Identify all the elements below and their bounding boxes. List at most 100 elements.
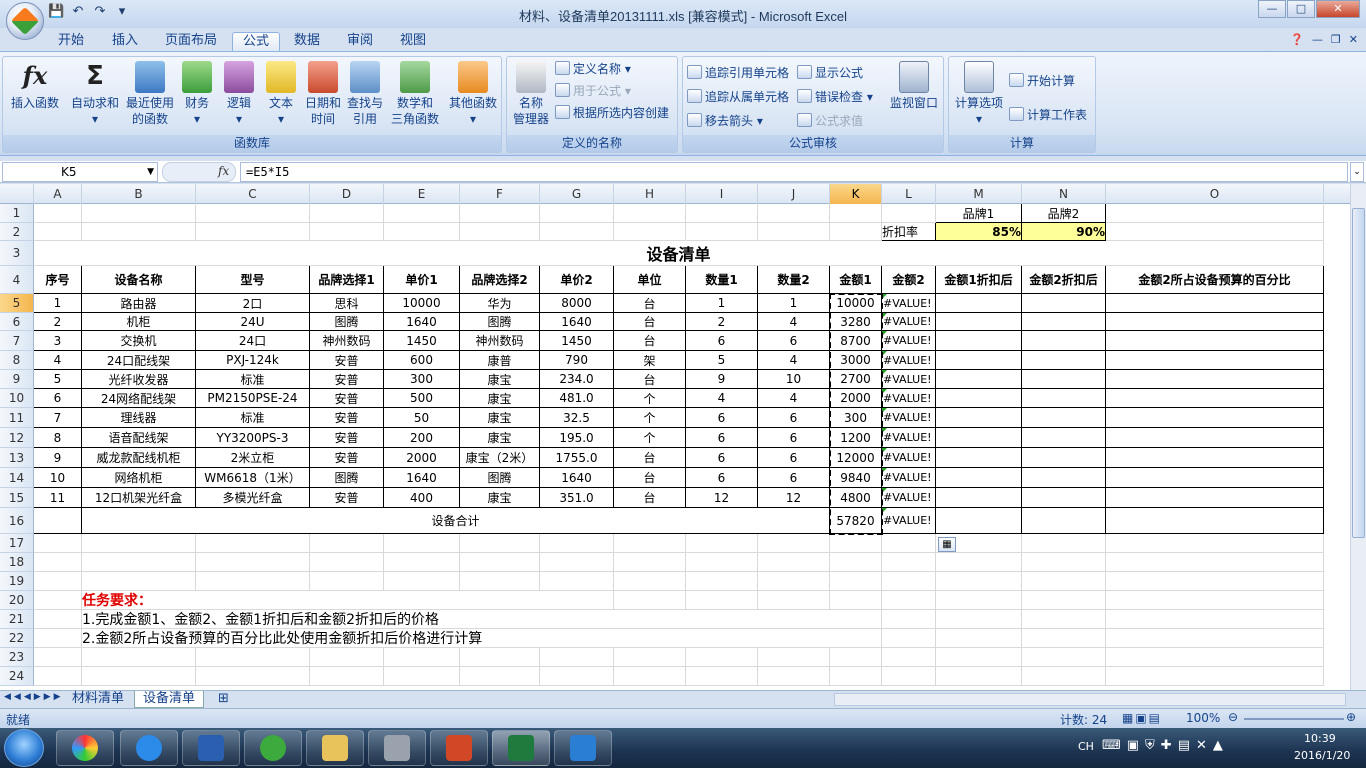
cell[interactable] [540, 667, 614, 686]
table-cell[interactable]: 8700 [830, 331, 882, 351]
table-cell[interactable]: 300 [384, 370, 460, 389]
table-cell[interactable]: 6 [758, 448, 830, 468]
table-cell[interactable]: 标准 [196, 370, 310, 389]
table-cell[interactable]: PM2150PSE-24 [196, 389, 310, 408]
table-cell[interactable]: 351.0 [540, 488, 614, 508]
table-cell[interactable]: 机柜 [82, 313, 196, 331]
table-cell[interactable]: WM6618（1米） [196, 468, 310, 488]
cell[interactable] [34, 591, 82, 610]
row-header-18[interactable]: 18 [0, 553, 34, 572]
cell[interactable] [460, 553, 540, 572]
column-header-M[interactable]: M [936, 184, 1022, 204]
cell[interactable] [1022, 629, 1106, 648]
table-cell[interactable]: 6 [34, 389, 82, 408]
table-cell[interactable]: 6 [686, 468, 758, 488]
table-cell[interactable]: 1450 [384, 331, 460, 351]
table-cell[interactable]: 1450 [540, 331, 614, 351]
table-cell[interactable]: 8000 [540, 294, 614, 313]
table-cell[interactable]: 400 [384, 488, 460, 508]
column-header-C[interactable]: C [196, 184, 310, 204]
cell[interactable] [82, 223, 196, 241]
cell[interactable] [614, 223, 686, 241]
table-cell[interactable] [1106, 389, 1324, 408]
more-functions-button[interactable]: 其他函数 ▾ [447, 61, 499, 127]
zoom-out-icon[interactable]: ⊖ [1228, 710, 1238, 724]
paste-options-icon[interactable]: ▦ [938, 537, 956, 552]
table-cell[interactable] [936, 448, 1022, 468]
cell[interactable] [1106, 610, 1324, 629]
autosum-button[interactable]: Σ 自动求和 ▾ [67, 61, 123, 127]
cell[interactable] [82, 553, 196, 572]
cell[interactable] [196, 572, 310, 591]
table-cell[interactable]: 4 [758, 389, 830, 408]
taskbar-app-1[interactable] [56, 730, 114, 766]
table-cell[interactable] [1022, 408, 1106, 428]
table-cell[interactable]: 3000 [830, 351, 882, 370]
table-cell[interactable]: 12口机架光纤盒 [82, 488, 196, 508]
tray-icons[interactable]: ⌨▣⛨✚▤✕▲ [1102, 738, 1229, 753]
cell[interactable] [82, 648, 196, 667]
table-cell[interactable] [1106, 351, 1324, 370]
cell[interactable] [1022, 591, 1106, 610]
table-cell[interactable]: 2 [686, 313, 758, 331]
table-cell[interactable]: 234.0 [540, 370, 614, 389]
error-cell[interactable]: #VALUE! [882, 408, 936, 428]
cell[interactable] [540, 534, 614, 553]
cell[interactable] [540, 204, 614, 223]
tab-home[interactable]: 开始 [48, 32, 94, 52]
insert-sheet-icon[interactable]: ⊞ [210, 691, 237, 708]
row-header-2[interactable]: 2 [0, 223, 34, 241]
cell[interactable] [936, 629, 1022, 648]
cell[interactable] [460, 223, 540, 241]
select-all-corner[interactable] [0, 184, 34, 204]
calculation-options-button[interactable]: 计算选项 ▾ [951, 61, 1007, 127]
table-cell[interactable]: 台 [614, 488, 686, 508]
table-cell[interactable]: 图腾 [310, 313, 384, 331]
logical-button[interactable]: 逻辑 ▾ [221, 61, 257, 127]
taskbar-powerpoint[interactable] [430, 730, 488, 766]
table-header[interactable]: 设备名称 [82, 266, 196, 294]
table-cell[interactable]: 路由器 [82, 294, 196, 313]
cell[interactable] [1022, 610, 1106, 629]
cell[interactable] [830, 648, 882, 667]
table-cell[interactable]: 华为 [460, 294, 540, 313]
start-button[interactable] [4, 729, 44, 767]
cell[interactable] [936, 591, 1022, 610]
task-line-2[interactable]: 2.金额2所占设备预算的百分比此处使用金额折扣后价格进行计算 [82, 629, 882, 648]
cell[interactable] [196, 648, 310, 667]
insert-function-button[interactable]: fx 插入函数 [7, 61, 63, 111]
math-trig-button[interactable]: 数学和 三角函数 [387, 61, 443, 127]
cell[interactable] [34, 204, 82, 223]
task-line-1[interactable]: 1.完成金额1、金额2、金额1折扣后和金额2折扣后的价格 [82, 610, 882, 629]
table-cell[interactable]: 1755.0 [540, 448, 614, 468]
table-cell[interactable]: 光纤收发器 [82, 370, 196, 389]
zoom-level[interactable]: 100% [1186, 711, 1220, 725]
total-amount2[interactable]: #VALUE! [882, 508, 936, 534]
table-cell[interactable]: 10 [758, 370, 830, 389]
table-cell[interactable] [1106, 488, 1324, 508]
cell[interactable] [196, 223, 310, 241]
table-cell[interactable]: 2000 [830, 389, 882, 408]
cell[interactable] [758, 667, 830, 686]
table-header[interactable]: 数量2 [758, 266, 830, 294]
ribbon-close-icon[interactable]: ✕ [1349, 33, 1358, 46]
table-cell[interactable]: 台 [614, 448, 686, 468]
table-header[interactable]: 序号 [34, 266, 82, 294]
table-cell[interactable]: 安普 [310, 428, 384, 448]
table-cell[interactable]: 24U [196, 313, 310, 331]
table-cell[interactable] [1022, 488, 1106, 508]
error-cell[interactable]: #VALUE! [882, 351, 936, 370]
table-cell[interactable]: 6 [686, 408, 758, 428]
cell[interactable] [936, 667, 1022, 686]
tab-view[interactable]: 视图 [390, 32, 436, 52]
table-cell[interactable] [1022, 351, 1106, 370]
table-cell[interactable]: 12 [758, 488, 830, 508]
tab-insert[interactable]: 插入 [102, 32, 148, 52]
table-cell[interactable] [936, 428, 1022, 448]
cell[interactable] [1106, 204, 1324, 223]
table-cell[interactable]: 台 [614, 331, 686, 351]
table-header[interactable]: 金额1 [830, 266, 882, 294]
cell[interactable] [1106, 629, 1324, 648]
table-cell[interactable]: 网络机柜 [82, 468, 196, 488]
table-cell[interactable] [1106, 448, 1324, 468]
